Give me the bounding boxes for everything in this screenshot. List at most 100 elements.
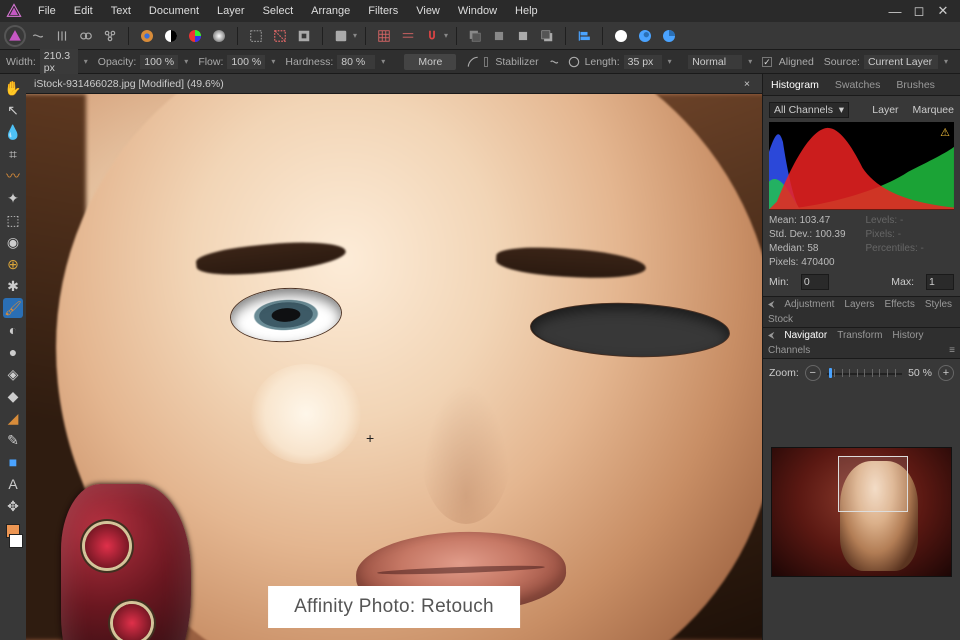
zoom-in-button[interactable]: + xyxy=(938,365,954,381)
marquee-tool[interactable]: ⬚ xyxy=(3,210,23,230)
length-field[interactable]: 35 px xyxy=(624,55,662,69)
tab-navigator[interactable]: Navigator xyxy=(779,328,832,343)
healing-tool[interactable]: ◉ xyxy=(3,232,23,252)
pressure-icon[interactable] xyxy=(466,52,480,72)
close-window-button[interactable]: ✕ xyxy=(932,3,954,19)
length-dropdown-icon[interactable]: ▾ xyxy=(668,57,672,66)
source-dropdown-icon[interactable]: ▾ xyxy=(944,57,948,66)
menu-view[interactable]: View xyxy=(408,3,448,19)
flow-field[interactable]: 100 % xyxy=(227,55,265,69)
canvas[interactable]: + Affinity Photo: Retouch xyxy=(26,94,762,640)
width-field[interactable]: 210.3 px xyxy=(40,49,78,75)
tab-layers[interactable]: Layers xyxy=(839,297,879,312)
invert-select-icon[interactable] xyxy=(294,26,314,46)
min-input[interactable] xyxy=(801,274,829,290)
quick-mask-icon[interactable] xyxy=(331,26,351,46)
blend-mode-dropdown[interactable]: Normal xyxy=(688,55,742,69)
more-button[interactable]: More xyxy=(404,54,456,70)
opacity-field[interactable]: 100 % xyxy=(140,55,178,69)
burn-tool[interactable]: ● xyxy=(3,342,23,362)
flood-select-tool[interactable]: ✦ xyxy=(3,188,23,208)
tab-swatches[interactable]: Swatches xyxy=(827,76,889,94)
pen-tool[interactable]: ✎ xyxy=(3,430,23,450)
grid-icon[interactable] xyxy=(374,26,394,46)
stabilizer-checkbox[interactable] xyxy=(484,57,488,67)
color-picker-tool[interactable]: 💧 xyxy=(3,122,23,142)
color-picker-icon[interactable] xyxy=(137,26,157,46)
tab-history[interactable]: History xyxy=(887,328,928,343)
assistant3-icon[interactable] xyxy=(659,26,679,46)
flow-dropdown-icon[interactable]: ▾ xyxy=(271,57,275,66)
close-tab-icon[interactable]: × xyxy=(740,78,754,90)
guides-icon[interactable] xyxy=(398,26,418,46)
color-wheel-icon[interactable] xyxy=(185,26,205,46)
minimize-button[interactable]: — xyxy=(884,4,906,19)
panel-menu-icon[interactable]: ≡ xyxy=(944,343,960,358)
crop-tool[interactable]: ⌗ xyxy=(3,144,23,164)
tab-transform[interactable]: Transform xyxy=(832,328,887,343)
opacity-dropdown-icon[interactable]: ▾ xyxy=(184,57,188,66)
tab-channels[interactable]: Channels xyxy=(763,343,815,358)
develop-persona-button[interactable] xyxy=(52,26,72,46)
menu-help[interactable]: Help xyxy=(507,3,546,19)
max-input[interactable] xyxy=(926,274,954,290)
menu-layer[interactable]: Layer xyxy=(209,3,253,19)
channels-dropdown[interactable]: All Channels ▾ xyxy=(769,102,849,118)
smudge-tool[interactable]: ◆ xyxy=(3,386,23,406)
menu-document[interactable]: Document xyxy=(141,3,207,19)
sphere-icon[interactable] xyxy=(209,26,229,46)
snap-icon[interactable] xyxy=(422,26,442,46)
order-back-icon[interactable] xyxy=(465,26,485,46)
order-backward-icon[interactable] xyxy=(489,26,509,46)
hand-tool[interactable]: ✋ xyxy=(3,78,23,98)
paint-brush-tool[interactable]: 🖌 xyxy=(3,298,23,318)
blemish-tool[interactable]: ✱ xyxy=(3,276,23,296)
tab-stock[interactable]: Stock xyxy=(763,312,798,327)
tone-map-persona-button[interactable] xyxy=(76,26,96,46)
text-tool[interactable]: A xyxy=(3,474,23,494)
assistant1-icon[interactable] xyxy=(611,26,631,46)
width-dropdown-icon[interactable]: ▾ xyxy=(84,57,88,66)
navigator-preview[interactable] xyxy=(771,447,952,577)
clone-tool[interactable]: ⊕ xyxy=(3,254,23,274)
tab-adjustment[interactable]: Adjustment xyxy=(779,297,839,312)
hardness-field[interactable]: 80 % xyxy=(337,55,375,69)
eraser-tool[interactable]: ◢ xyxy=(3,408,23,428)
align-icon[interactable] xyxy=(574,26,594,46)
background-swatch[interactable] xyxy=(9,534,23,548)
menu-text[interactable]: Text xyxy=(103,3,139,19)
tab-effects[interactable]: Effects xyxy=(879,297,919,312)
tab-styles[interactable]: Styles xyxy=(920,297,957,312)
shape-tool[interactable]: ■ xyxy=(3,452,23,472)
hardness-dropdown-icon[interactable]: ▾ xyxy=(381,57,385,66)
dodge-tool[interactable]: ◈ xyxy=(3,364,23,384)
window-icon[interactable] xyxy=(567,52,581,72)
menu-arrange[interactable]: Arrange xyxy=(303,3,358,19)
photo-persona-button[interactable] xyxy=(6,27,24,45)
selection-brush-tool[interactable]: 〰 xyxy=(3,166,23,186)
liquify-persona-button[interactable] xyxy=(28,26,48,46)
order-front-icon[interactable] xyxy=(537,26,557,46)
rope-icon[interactable] xyxy=(549,52,563,72)
maximize-button[interactable]: ◻ xyxy=(908,3,930,19)
contrast-icon[interactable] xyxy=(161,26,181,46)
menu-edit[interactable]: Edit xyxy=(66,3,101,19)
aligned-checkbox[interactable] xyxy=(762,57,772,67)
source-dropdown[interactable]: Current Layer xyxy=(864,55,938,69)
zoom-slider[interactable] xyxy=(827,365,902,381)
menu-select[interactable]: Select xyxy=(255,3,302,19)
export-persona-button[interactable] xyxy=(100,26,120,46)
warning-icon[interactable]: ⚠ xyxy=(940,126,950,139)
tab-brushes[interactable]: Brushes xyxy=(888,76,943,94)
blend-dropdown-icon[interactable]: ▾ xyxy=(748,57,752,66)
tab-histogram[interactable]: Histogram xyxy=(763,76,827,94)
zoom-tool[interactable]: ✥ xyxy=(3,496,23,516)
navigator-viewport-rect[interactable] xyxy=(838,456,908,512)
move-tool[interactable]: ↖ xyxy=(3,100,23,120)
menu-file[interactable]: File xyxy=(30,3,64,19)
color-swatches[interactable] xyxy=(3,524,23,548)
order-forward-icon[interactable] xyxy=(513,26,533,46)
zoom-value[interactable]: 50 % xyxy=(908,367,932,379)
menu-filters[interactable]: Filters xyxy=(360,3,406,19)
assistant2-icon[interactable] xyxy=(635,26,655,46)
